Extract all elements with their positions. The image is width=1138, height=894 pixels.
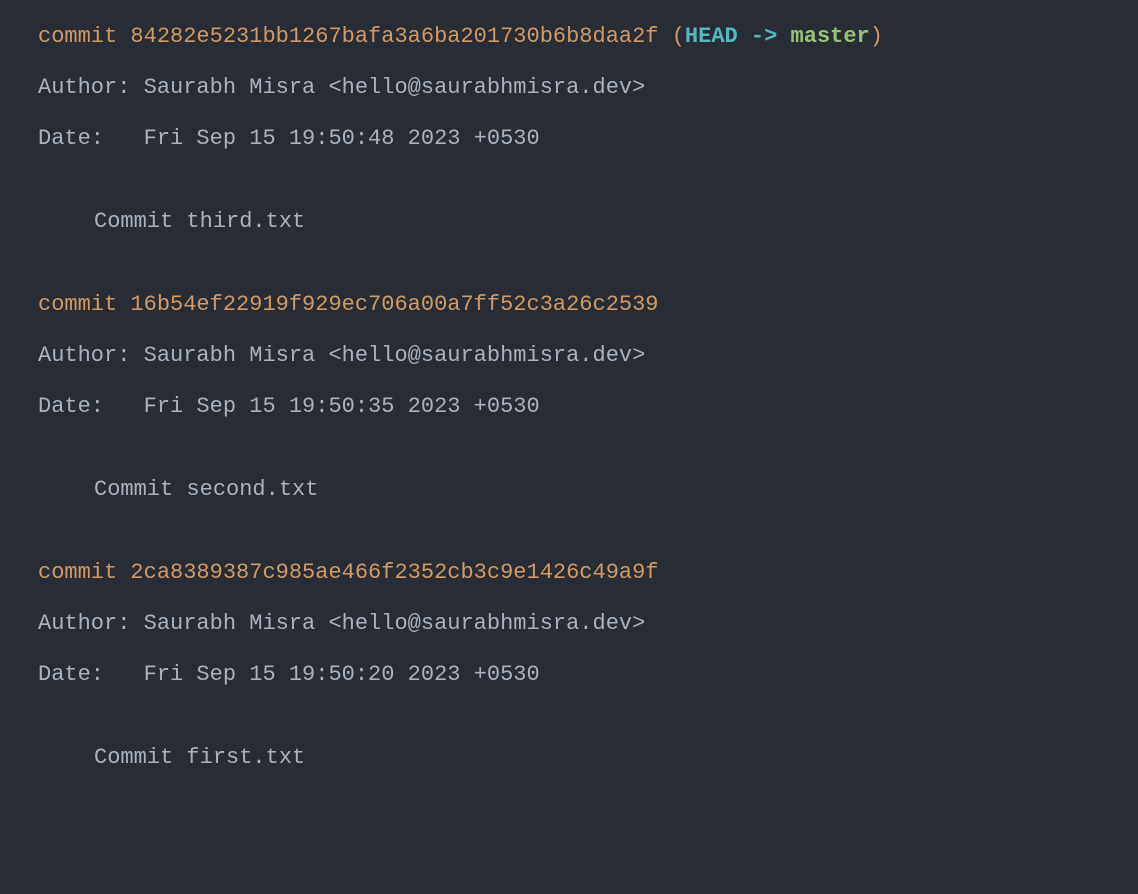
ref-close-paren: ) [870,24,883,49]
commit-keyword: commit [38,292,117,317]
commit-keyword: commit [38,24,117,49]
date-value: Fri Sep 15 19:50:20 2023 +0530 [144,662,540,687]
commit-message: Commit third.txt [38,205,1100,238]
date-value: Fri Sep 15 19:50:48 2023 +0530 [144,126,540,151]
commit-author-line: Author: Saurabh Misra <hello@saurabhmisr… [38,339,1100,372]
date-label: Date: [38,126,144,151]
git-log-output: commit 84282e5231bb1267bafa3a6ba201730b6… [38,20,1100,774]
date-label: Date: [38,662,144,687]
commit-entry: commit 84282e5231bb1267bafa3a6ba201730b6… [38,20,1100,238]
commit-hash: 84282e5231bb1267bafa3a6ba201730b6b8daa2f [130,24,658,49]
commit-date-line: Date: Fri Sep 15 19:50:48 2023 +0530 [38,122,1100,155]
branch-ref: master [791,24,870,49]
commit-author-line: Author: Saurabh Misra <hello@saurabhmisr… [38,71,1100,104]
commit-entry: commit 2ca8389387c985ae466f2352cb3c9e142… [38,556,1100,774]
commit-message: Commit second.txt [38,473,1100,506]
author-label: Author: [38,75,144,100]
commit-date-line: Date: Fri Sep 15 19:50:20 2023 +0530 [38,658,1100,691]
commit-message: Commit first.txt [38,741,1100,774]
author-value: Saurabh Misra <hello@saurabhmisra.dev> [144,343,646,368]
commit-date-line: Date: Fri Sep 15 19:50:35 2023 +0530 [38,390,1100,423]
ref-arrow: -> [738,24,791,49]
date-value: Fri Sep 15 19:50:35 2023 +0530 [144,394,540,419]
author-value: Saurabh Misra <hello@saurabhmisra.dev> [144,75,646,100]
commit-entry: commit 16b54ef22919f929ec706a00a7ff52c3a… [38,288,1100,506]
head-ref: HEAD [685,24,738,49]
commit-author-line: Author: Saurabh Misra <hello@saurabhmisr… [38,607,1100,640]
commit-hash-line: commit 16b54ef22919f929ec706a00a7ff52c3a… [38,288,1100,321]
date-label: Date: [38,394,144,419]
author-label: Author: [38,343,144,368]
author-value: Saurabh Misra <hello@saurabhmisra.dev> [144,611,646,636]
commit-hash: 16b54ef22919f929ec706a00a7ff52c3a26c2539 [130,292,658,317]
commit-hash-line: commit 2ca8389387c985ae466f2352cb3c9e142… [38,556,1100,589]
commit-keyword: commit [38,560,117,585]
author-label: Author: [38,611,144,636]
commit-hash-line: commit 84282e5231bb1267bafa3a6ba201730b6… [38,20,1100,53]
commit-hash: 2ca8389387c985ae466f2352cb3c9e1426c49a9f [130,560,658,585]
ref-open-paren: ( [659,24,685,49]
